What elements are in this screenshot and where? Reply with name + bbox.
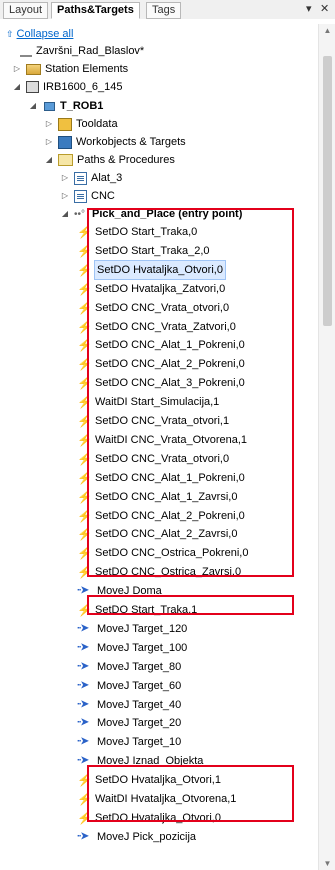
workobject-icon xyxy=(58,135,72,149)
instruction-item[interactable]: ∙∙➤ MoveJ Target_60 xyxy=(77,677,181,695)
module-icon xyxy=(74,171,87,185)
collapse-all-link[interactable]: ⇧ Collapse all xyxy=(6,28,73,40)
collapse-arrow-icon[interactable]: ◢ xyxy=(28,97,38,115)
tab-tags[interactable]: Tags xyxy=(146,2,182,19)
instruction-label: MoveJ Target_80 xyxy=(97,660,182,673)
collapse-arrow-icon[interactable]: ◢ xyxy=(60,205,70,223)
tree-node-task[interactable]: ◢ T_ROB1 xyxy=(28,97,103,115)
close-icon[interactable]: ✕ xyxy=(320,2,329,15)
folder-icon xyxy=(26,63,41,75)
instruction-item[interactable]: ∙∙➤ MoveJ Target_20 xyxy=(77,714,181,732)
station-icon xyxy=(20,46,32,57)
instruction-label: MoveJ Pick_pozicija xyxy=(97,830,197,843)
collapse-arrow-icon[interactable]: ◢ xyxy=(44,151,54,169)
highlight-box xyxy=(87,765,294,822)
collapse-arrow-icon[interactable]: ◢ xyxy=(12,78,22,96)
move-instruction-icon: ∙∙➤ xyxy=(77,679,89,691)
move-instruction-icon: ∙∙➤ xyxy=(77,717,89,729)
move-instruction-icon: ∙∙➤ xyxy=(77,660,89,672)
move-instruction-icon: ∙∙➤ xyxy=(77,622,89,634)
instruction-label: MoveJ Target_100 xyxy=(97,641,188,654)
instruction-label: MoveJ Target_40 xyxy=(97,698,182,711)
highlight-box xyxy=(87,595,294,615)
tree-node-module-cnc[interactable]: ▷ CNC xyxy=(60,187,115,205)
collapse-icon: ⇧ xyxy=(6,29,14,39)
tree-node-workobjects[interactable]: ▷ Workobjects & Targets xyxy=(44,133,186,151)
scroll-up-icon[interactable]: ▲ xyxy=(319,26,335,35)
paths-folder-icon xyxy=(58,154,73,166)
tab-paths-targets[interactable]: Paths&Targets xyxy=(51,2,140,19)
expand-icon[interactable]: ▷ xyxy=(60,187,70,205)
instruction-item[interactable]: ∙∙➤ MoveJ Target_120 xyxy=(77,620,187,638)
tab-layout[interactable]: Layout xyxy=(3,2,49,19)
expand-icon[interactable]: ▷ xyxy=(60,169,70,187)
vertical-scrollbar[interactable]: ▲ ▼ xyxy=(318,24,335,870)
instruction-label: MoveJ Target_120 xyxy=(97,622,188,635)
panel-tab-strip: Layout Paths&Targets Tags ▾ ✕ xyxy=(0,0,335,19)
tree-node-station-elements[interactable]: ▷ Station Elements xyxy=(12,60,128,78)
move-instruction-icon: ∙∙➤ xyxy=(77,698,89,710)
instruction-item[interactable]: ∙∙➤ MoveJ Target_40 xyxy=(77,696,181,714)
procedure-icon xyxy=(74,206,88,224)
instruction-label: MoveJ Target_60 xyxy=(97,679,182,692)
instruction-item[interactable]: ∙∙➤ MoveJ Target_100 xyxy=(77,639,187,657)
move-instruction-icon: ∙∙➤ xyxy=(77,736,89,748)
move-instruction-icon: ∙∙➤ xyxy=(77,830,89,842)
instruction-item[interactable]: ∙∙➤ MoveJ Target_10 xyxy=(77,733,181,751)
expand-icon[interactable]: ▷ xyxy=(44,115,54,133)
highlight-box xyxy=(87,208,294,577)
tree-node-tooldata[interactable]: ▷ Tooldata xyxy=(44,115,118,133)
expand-icon[interactable]: ▷ xyxy=(44,133,54,151)
move-instruction-icon: ∙∙➤ xyxy=(77,641,89,653)
tree-node-paths-procedures[interactable]: ◢ Paths & Procedures xyxy=(44,151,175,169)
dropdown-icon[interactable]: ▾ xyxy=(306,2,312,15)
expand-icon[interactable]: ▷ xyxy=(12,60,22,78)
instruction-item[interactable]: ∙∙➤ MoveJ Target_80 xyxy=(77,658,181,676)
module-icon xyxy=(74,189,87,203)
instruction-item[interactable]: ∙∙➤ MoveJ Pick_pozicija xyxy=(77,828,196,846)
tree-node-module-alat3[interactable]: ▷ Alat_3 xyxy=(60,169,122,187)
scroll-down-icon[interactable]: ▼ xyxy=(319,859,335,868)
task-icon xyxy=(42,100,56,112)
tree-node-station[interactable]: Završni_Rad_Blaslov* xyxy=(6,42,144,60)
tree-node-robot[interactable]: ◢ IRB1600_6_145 xyxy=(12,78,123,96)
tooldata-icon xyxy=(58,117,72,131)
scrollbar-thumb[interactable] xyxy=(323,56,332,326)
instruction-label: MoveJ Target_20 xyxy=(97,717,182,730)
instruction-label: MoveJ Target_10 xyxy=(97,736,182,749)
controller-icon xyxy=(26,81,39,93)
